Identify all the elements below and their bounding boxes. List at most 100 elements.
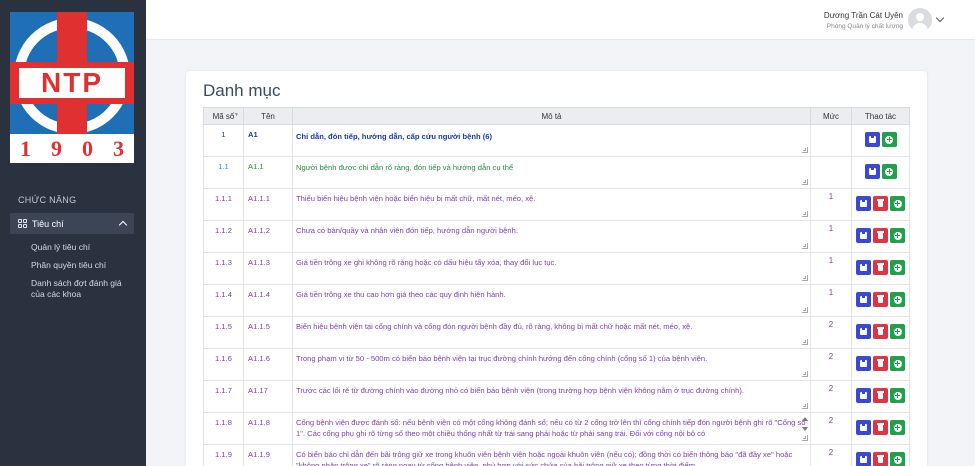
description-textarea[interactable]: Trong phạm vi từ 50 - 500m có biển báo b… — [296, 353, 806, 379]
description-textarea[interactable]: Cổng bệnh viện được đánh số: nếu bệnh vi… — [296, 417, 806, 443]
save-button[interactable] — [856, 260, 871, 275]
cell-actions — [851, 188, 910, 221]
description-text: Trước các lối rẽ từ đường chính vào đườn… — [296, 386, 744, 395]
resize-grip-icon[interactable] — [802, 371, 808, 377]
cell-code: 1.1.3 — [203, 252, 244, 285]
add-button[interactable] — [890, 292, 905, 307]
delete-button[interactable] — [873, 292, 888, 307]
resize-grip-icon[interactable] — [802, 179, 808, 185]
cell-description: Giá tiền trông xe ghi không rõ ràng hoặc… — [292, 252, 811, 285]
add-button[interactable] — [890, 196, 905, 211]
resize-grip-icon[interactable] — [802, 307, 808, 313]
column-header-thao-tac: Thao tác — [851, 107, 910, 125]
logo-year: 1 9 0 3 — [10, 134, 134, 163]
resize-grip-icon[interactable] — [802, 339, 808, 345]
save-button[interactable] — [856, 228, 871, 243]
save-icon — [860, 360, 867, 367]
delete-button[interactable] — [873, 228, 888, 243]
resize-grip-icon[interactable] — [802, 211, 808, 217]
description-textarea[interactable]: Biển hiệu bệnh viện tại cổng chính và cổ… — [296, 321, 806, 347]
user-name: Dương Trần Cát Uyên — [823, 11, 903, 20]
resize-grip-icon[interactable] — [802, 243, 808, 249]
cell-level — [810, 156, 852, 189]
add-button[interactable] — [890, 420, 905, 435]
cell-actions — [851, 124, 910, 157]
plus-icon — [893, 455, 902, 464]
cell-actions — [851, 412, 910, 445]
save-button[interactable] — [856, 452, 871, 466]
plus-icon — [893, 391, 902, 400]
scroll-up-icon[interactable] — [802, 417, 808, 421]
cell-code: 1.1.6 — [203, 348, 244, 381]
description-textarea[interactable]: Người bệnh được chỉ dẫn rõ ràng, đón tiế… — [296, 161, 806, 187]
description-textarea[interactable]: Có biển báo chỉ dẫn đến bãi trông giữ xe… — [296, 449, 806, 466]
description-textarea[interactable]: Chưa có bàn/quầy và nhân viên đón tiếp, … — [296, 225, 806, 251]
save-button[interactable] — [856, 196, 871, 211]
chevron-down-icon[interactable] — [935, 13, 945, 23]
resize-grip-icon[interactable] — [802, 403, 808, 409]
cell-actions — [851, 220, 910, 253]
user-info[interactable]: Dương Trần Cát Uyên Phòng Quản lý chất l… — [824, 11, 903, 30]
delete-button[interactable] — [873, 388, 888, 403]
add-button[interactable] — [890, 452, 905, 466]
description-text: Người bệnh được chỉ dẫn rõ ràng, đón tiế… — [296, 163, 514, 172]
sidebar-group-label: Tiêu chí — [32, 218, 64, 229]
add-button[interactable] — [881, 132, 897, 147]
save-button[interactable] — [856, 388, 871, 403]
save-button[interactable] — [856, 324, 871, 339]
add-button[interactable] — [890, 356, 905, 371]
description-text: Thiếu biển hiệu bệnh viện hoặc biển hiệu… — [296, 194, 536, 203]
table-row: 1.1 A1.1 Người bệnh được chỉ dẫn rõ ràng, … — [203, 156, 910, 189]
add-button[interactable] — [890, 228, 905, 243]
chevron-up-icon[interactable] — [118, 220, 128, 230]
save-button[interactable] — [856, 292, 871, 307]
resize-grip-icon[interactable] — [802, 435, 808, 441]
cell-level: 2 — [810, 444, 852, 466]
sort-icon[interactable]: ▲▼ — [229, 112, 239, 118]
cell-description: Thiếu biển hiệu bệnh viện hoặc biển hiệu… — [292, 188, 811, 221]
cell-code: 1.1.2 — [203, 220, 244, 253]
save-button[interactable] — [864, 164, 880, 179]
description-textarea[interactable]: Giá tiền trông xe ghi không rõ ràng hoặc… — [296, 257, 806, 283]
grid-icon — [18, 219, 27, 228]
cell-description: Biển hiệu bệnh viện tại cổng chính và cổ… — [292, 316, 811, 349]
description-textarea[interactable]: Trước các lối rẽ từ đường chính vào đườn… — [296, 385, 806, 411]
sidebar-item-quan-ly-tieu-chi[interactable]: Quản lý tiêu chí — [31, 242, 136, 253]
description-textarea[interactable]: Chỉ dẫn, đón tiếp, hướng dẫn, cấp cứu ng… — [296, 129, 806, 155]
trash-icon — [877, 423, 884, 431]
sidebar-item-phan-quyen-tieu-chi[interactable]: Phân quyền tiêu chí — [31, 260, 136, 271]
delete-button[interactable] — [873, 452, 888, 466]
description-text: Chỉ dẫn, đón tiếp, hướng dẫn, cấp cứu ng… — [296, 132, 493, 141]
delete-button[interactable] — [873, 356, 888, 371]
table-row: 1.1.5 A1.1.5 Biển hiệu bệnh viện tại cổng … — [203, 316, 910, 349]
delete-button[interactable] — [873, 324, 888, 339]
add-button[interactable] — [890, 260, 905, 275]
avatar[interactable] — [908, 8, 932, 32]
trash-icon — [877, 263, 884, 271]
plus-icon — [893, 199, 902, 208]
description-textarea[interactable]: Giá tiền trông xe thu cao hơn giá theo c… — [296, 289, 806, 315]
save-button[interactable] — [856, 420, 871, 435]
add-button[interactable] — [890, 388, 905, 403]
delete-button[interactable] — [873, 260, 888, 275]
cell-name: A1.1 — [243, 156, 293, 189]
delete-button[interactable] — [873, 196, 888, 211]
add-button[interactable] — [881, 164, 897, 179]
content-card: Danh mục Mã số ▲▼ Tên Mô tả Mức Thao tác… — [186, 71, 927, 466]
add-button[interactable] — [890, 324, 905, 339]
delete-button[interactable] — [873, 420, 888, 435]
sidebar-item-danh-sach-dot-danh-gia[interactable]: Danh sách đợt đánh giá của các khoa — [31, 278, 136, 300]
scroll-down-icon[interactable] — [802, 427, 808, 431]
description-textarea[interactable]: Thiếu biển hiệu bệnh viện hoặc biển hiệu… — [296, 193, 806, 219]
sidebar-group-tieu-chi[interactable]: Tiêu chí — [10, 213, 134, 234]
save-button[interactable] — [864, 132, 880, 147]
column-header-ma-so[interactable]: Mã số ▲▼ — [203, 107, 244, 125]
description-text: Trong phạm vi từ 50 - 500m có biển báo b… — [296, 354, 708, 363]
topbar: Dương Trần Cát Uyên Phòng Quản lý chất l… — [146, 0, 975, 40]
resize-grip-icon[interactable] — [802, 147, 808, 153]
table-row: 1.1.2 A1.1.2 Chưa có bàn/quầy và nhân viên… — [203, 220, 910, 253]
save-button[interactable] — [856, 356, 871, 371]
resize-grip-icon[interactable] — [802, 275, 808, 281]
cell-level: 2 — [810, 316, 852, 349]
plus-icon — [893, 327, 902, 336]
